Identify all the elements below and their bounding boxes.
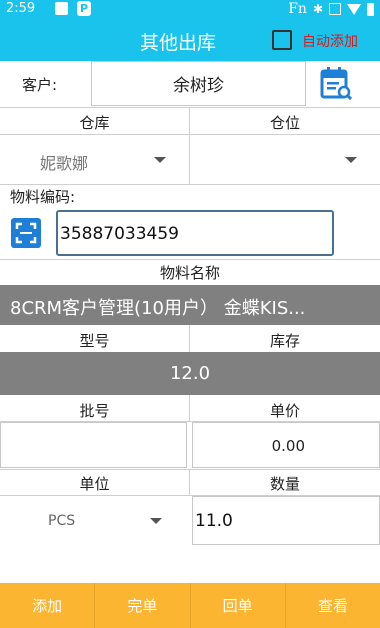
notification-icon	[55, 2, 68, 15]
customer-value: 余树珍	[173, 76, 224, 96]
status-time: 2:59	[6, 1, 36, 16]
material-code-input[interactable]: 35887033459	[56, 210, 334, 256]
scan-icon[interactable]	[11, 218, 41, 248]
batch-input[interactable]	[0, 422, 187, 468]
unit-select[interactable]: PCS	[0, 496, 189, 545]
stock-bar: 12.0	[0, 352, 380, 395]
divider	[0, 469, 380, 470]
customer-label: 客户:	[22, 76, 58, 94]
warehouse-select[interactable]: 妮歌娜	[0, 135, 189, 184]
material-name-label: 物料名称	[159, 264, 220, 282]
signal-icon	[329, 3, 341, 15]
divider	[189, 395, 190, 422]
unit-value: PCS	[48, 513, 76, 529]
view-button[interactable]: 查看	[286, 583, 380, 628]
page-title: 其他出库	[140, 32, 217, 54]
divider	[189, 469, 190, 495]
quantity-value: 11.0	[195, 511, 233, 531]
unit-label: 单位	[79, 475, 110, 493]
finish-button[interactable]: 完单	[95, 583, 191, 628]
parking-icon: P	[77, 1, 91, 16]
status-bar: 2:59 P Fn ✱	[0, 0, 380, 18]
quantity-label: 数量	[269, 475, 300, 493]
material-code-value: 35887033459	[60, 224, 179, 244]
location-select[interactable]	[190, 135, 380, 184]
auto-add-checkbox[interactable]	[272, 30, 292, 50]
chevron-down-icon	[154, 157, 166, 163]
divider	[0, 107, 380, 108]
auto-add-label[interactable]: 自动添加	[302, 31, 358, 51]
price-label: 单价	[269, 402, 300, 420]
material-code-label: 物料编码:	[10, 188, 76, 206]
wifi-icon	[347, 3, 361, 15]
location-label: 仓位	[269, 114, 300, 132]
warehouse-label: 仓库	[79, 114, 110, 132]
chevron-down-icon	[345, 157, 357, 163]
material-name-bar: 8CRM客户管理(10用户） 金蝶KIS...	[0, 285, 380, 325]
warehouse-value: 妮歌娜	[40, 154, 89, 173]
divider	[0, 184, 380, 185]
title-bar: 其他出库 自动添加	[0, 18, 380, 61]
divider	[189, 325, 190, 352]
calendar-search-icon[interactable]	[320, 66, 353, 101]
model-label: 型号	[79, 332, 110, 350]
price-value: 0.00	[271, 437, 305, 455]
stock-label: 库存	[269, 332, 300, 350]
revert-button[interactable]: 回单	[191, 583, 286, 628]
stock-value: 12.0	[169, 363, 211, 384]
status-icons: Fn ✱	[288, 0, 374, 18]
divider	[0, 259, 380, 260]
bluetooth-icon: ✱	[312, 2, 323, 16]
batch-label: 批号	[79, 402, 110, 420]
action-bar: 添加 完单 回单 查看	[0, 583, 380, 628]
chevron-down-icon	[150, 518, 162, 524]
add-button[interactable]: 添加	[0, 583, 96, 628]
quantity-input[interactable]: 11.0	[192, 496, 380, 545]
customer-field[interactable]: 余树珍	[91, 61, 306, 106]
material-name-value: 8CRM客户管理(10用户） 金蝶KIS...	[10, 298, 306, 319]
battery-icon	[367, 2, 374, 16]
fn-indicator: Fn	[288, 1, 307, 17]
price-input[interactable]: 0.00	[192, 422, 380, 468]
